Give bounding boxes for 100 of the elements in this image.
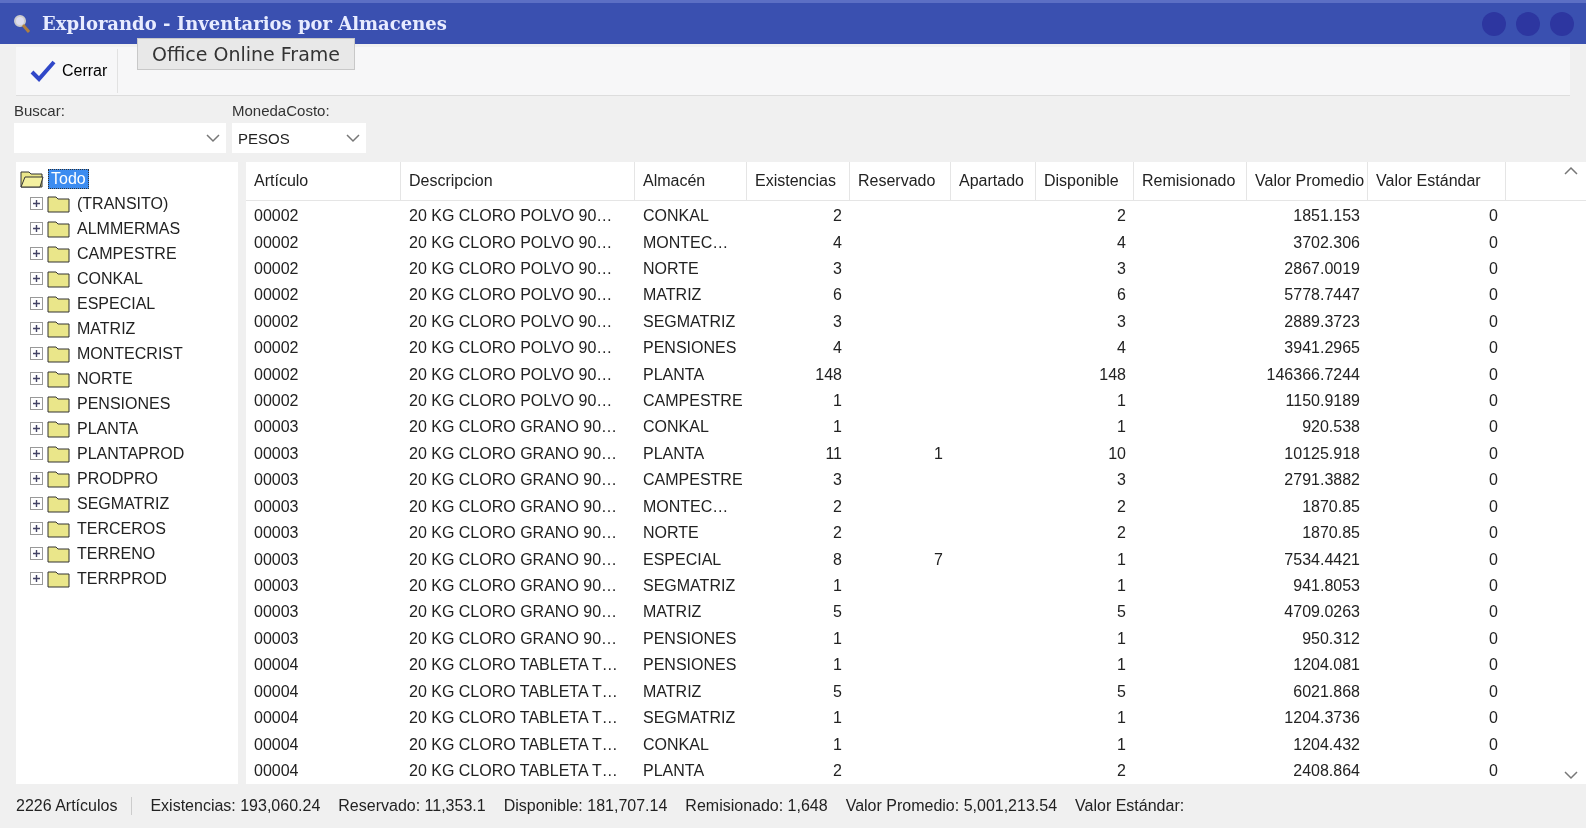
- expand-icon[interactable]: [30, 347, 43, 360]
- table-cell-text: 20 KG CLORO GRANO 90…: [408, 550, 619, 569]
- column-header[interactable]: Valor Estándar: [1368, 162, 1506, 200]
- expand-icon[interactable]: [30, 272, 43, 285]
- table-cell-text: PLANTA: [642, 365, 706, 384]
- table-cell-text: 1: [1116, 735, 1127, 754]
- table-cell-text: 20 KG CLORO GRANO 90…: [408, 577, 619, 595]
- column-header[interactable]: Artículo: [246, 162, 401, 200]
- folder-icon: [47, 418, 71, 439]
- tree-item[interactable]: ESPECIAL: [75, 294, 158, 313]
- table-cell-text: 1: [832, 392, 843, 411]
- scroll-up-icon[interactable]: [1564, 166, 1578, 175]
- table-cell-text: 3: [1116, 312, 1127, 331]
- expand-icon[interactable]: [30, 572, 43, 585]
- table-cell-text: 0: [1488, 444, 1499, 463]
- status-text: Disponible: 181,707.14: [503, 797, 668, 815]
- column-header[interactable]: Reservado: [850, 162, 951, 200]
- expand-icon[interactable]: [30, 447, 43, 460]
- table-cell-text: 00002: [253, 365, 300, 384]
- table-cell-text: MATRIZ: [642, 682, 703, 701]
- tree-item[interactable]: TERRENO: [75, 544, 158, 563]
- table-cell-text: 2: [1116, 207, 1127, 226]
- tree-item[interactable]: MATRIZ: [75, 319, 138, 338]
- expand-icon[interactable]: [30, 422, 43, 435]
- table-cell-text: CONKAL: [642, 207, 710, 226]
- dropdown-field[interactable]: PESOS: [232, 123, 366, 153]
- table-cell-text: 1204.3736: [1283, 709, 1361, 728]
- expand-icon[interactable]: [30, 397, 43, 410]
- dropdown-chevron-icon[interactable]: [346, 133, 360, 143]
- tree-item[interactable]: CAMPESTRE: [75, 244, 179, 263]
- table-cell-text: 20 KG CLORO GRANO 90…: [408, 497, 619, 516]
- expand-icon[interactable]: [30, 372, 43, 385]
- column-header[interactable]: Disponible: [1036, 162, 1134, 200]
- column-header[interactable]: Descripcion: [401, 162, 635, 200]
- table-cell-text: MONTEC…: [642, 497, 730, 516]
- column-header[interactable]: Remisionado: [1134, 162, 1247, 200]
- expand-icon[interactable]: [30, 222, 43, 235]
- expand-icon[interactable]: [30, 297, 43, 310]
- table-cell-text: 0: [1488, 286, 1499, 305]
- window-title: Explorando - Inventarios por Almacenes: [42, 13, 448, 34]
- folder-icon: [47, 268, 71, 289]
- table-cell-text: 20 KG CLORO POLVO 90…: [408, 312, 614, 331]
- table-cell-text: 00004: [253, 656, 300, 675]
- table-cell-text: 0: [1488, 682, 1499, 701]
- table-cell-text: 0: [1488, 524, 1499, 543]
- dropdown-field[interactable]: [14, 123, 226, 153]
- table-cell-text: 1: [832, 577, 843, 595]
- tree-item[interactable]: PRODPRO: [75, 469, 160, 488]
- tree-item[interactable]: CONKAL: [75, 269, 145, 288]
- table-cell-text: 20 KG CLORO POLVO 90…: [408, 207, 614, 226]
- expand-icon[interactable]: [30, 247, 43, 260]
- table-cell-text: 0: [1488, 497, 1499, 516]
- tree-item[interactable]: SEGMATRIZ: [75, 494, 172, 513]
- table-cell-text: 0: [1488, 259, 1499, 278]
- scroll-down-icon[interactable]: [1564, 771, 1578, 780]
- table-cell-text: 0: [1488, 603, 1499, 622]
- column-header[interactable]: Apartado: [951, 162, 1036, 200]
- table-cell-text: 00002: [253, 392, 300, 411]
- table-cell-text: 1: [832, 709, 843, 728]
- table-cell-text: 0: [1488, 233, 1499, 252]
- expand-icon[interactable]: [30, 522, 43, 535]
- table-cell-text: 00002: [253, 207, 300, 226]
- tree-item[interactable]: PLANTA: [75, 419, 141, 438]
- tree-item[interactable]: PENSIONES: [75, 394, 173, 413]
- table-cell-text: 7534.4421: [1283, 550, 1361, 569]
- expand-icon[interactable]: [30, 472, 43, 485]
- folder-icon: [47, 343, 71, 364]
- table-cell-text: 3702.306: [1292, 233, 1361, 252]
- tree-item[interactable]: TERCEROS: [75, 519, 168, 538]
- table-cell-text: PENSIONES: [642, 629, 738, 648]
- table-cell-text: 6: [832, 286, 843, 305]
- expand-icon[interactable]: [30, 547, 43, 560]
- tree-item[interactable]: (TRANSITO): [75, 194, 171, 213]
- expand-icon[interactable]: [30, 197, 43, 210]
- table-cell-text: 920.538: [1301, 418, 1361, 437]
- expand-icon[interactable]: [30, 497, 43, 510]
- tree-item[interactable]: PLANTAPROD: [75, 444, 187, 463]
- table-cell-text: 20 KG CLORO TABLETA T…: [408, 761, 619, 780]
- table-cell-text: 00002: [253, 259, 300, 278]
- column-header[interactable]: Valor Promedio: [1247, 162, 1368, 200]
- table-cell-text: 00003: [253, 577, 300, 595]
- tree-item[interactable]: TERRPROD: [75, 569, 169, 588]
- table-cell-text: 00003: [253, 444, 300, 463]
- table-cell-text: 20 KG CLORO GRANO 90…: [408, 524, 619, 543]
- dropdown-chevron-icon[interactable]: [206, 133, 220, 143]
- column-header[interactable]: Almacén: [635, 162, 747, 200]
- tree-item[interactable]: NORTE: [75, 369, 135, 388]
- table-cell-text: 148: [814, 365, 843, 384]
- table-cell-text: 1870.85: [1301, 524, 1361, 543]
- table-cell-text: 3941.2965: [1283, 339, 1361, 358]
- column-header[interactable]: Existencias: [747, 162, 850, 200]
- table-cell-text: 941.8053: [1292, 577, 1361, 595]
- expand-icon[interactable]: [30, 322, 43, 335]
- table-cell-text: MONTEC…: [642, 233, 730, 252]
- table-cell-text: 5: [832, 682, 843, 701]
- table-cell-text: 1851.153: [1292, 207, 1361, 226]
- tree-item[interactable]: MONTECRIST: [75, 344, 185, 363]
- tree-item[interactable]: ALMMERMAS: [75, 219, 183, 238]
- tooltip: Office Online Frame: [137, 38, 356, 70]
- table-cell-text: NORTE: [642, 524, 700, 543]
